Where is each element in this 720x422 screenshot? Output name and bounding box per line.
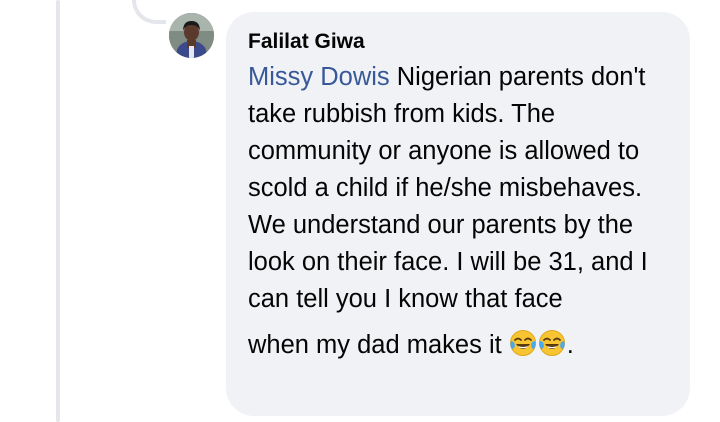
comment-text-3: when my dad makes it [248, 331, 502, 359]
comment-text-2: We understand our parents by the look on… [248, 211, 648, 313]
face-with-tears-of-joy-icon [538, 330, 565, 356]
comment-trailing: . [566, 331, 574, 359]
comment-thread: Falilat Giwa Missy Dowis Nigerian parent… [0, 0, 720, 422]
comment-author[interactable]: Falilat Giwa [248, 28, 668, 56]
thread-line [56, 0, 60, 422]
comment-body: Missy Dowis Nigerian parents don't take … [248, 59, 668, 364]
reply-connector [132, 0, 166, 24]
avatar[interactable] [169, 13, 214, 58]
comment-bubble: Falilat Giwa Missy Dowis Nigerian parent… [226, 12, 690, 416]
face-with-tears-of-joy-icon [509, 330, 536, 356]
mention-link[interactable]: Missy Dowis [248, 63, 390, 91]
comment-last-line: when my dad makes it . [248, 327, 668, 364]
